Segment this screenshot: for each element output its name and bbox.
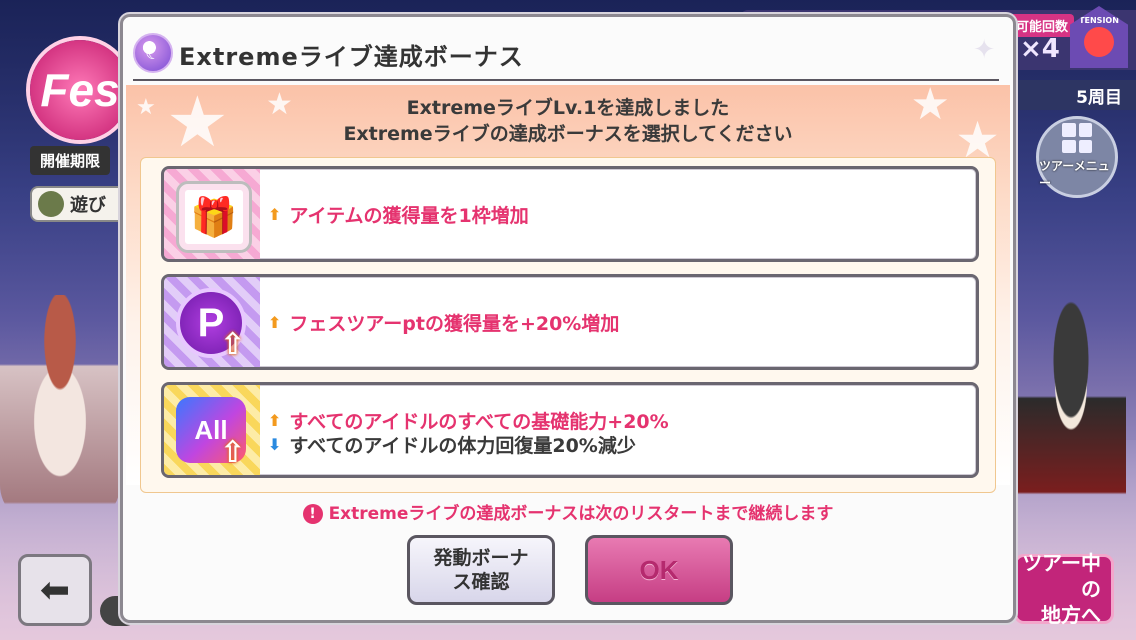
dialog-title: Extremeライブ達成ボーナス [179,43,524,71]
exclamation-icon: ! [302,504,323,524]
bonus-dialog: ☾ Extremeライブ達成ボーナス ✦ ★ ★ ★ ★ ★ Extremeライ… [120,14,1016,623]
dialog-header: ☾ Extremeライブ達成ボーナス ✦ [123,17,1013,81]
title-divider [133,79,999,81]
tour-round-bar: 5周目 [1000,80,1136,110]
moon-icon: ☾ [133,33,173,73]
idol-avatar [38,191,64,217]
fes-logo: Fes [30,40,130,140]
bonus-confirm-button[interactable]: 発動ボーナ ス確認 [407,535,555,605]
play-label: 遊び [70,195,106,216]
region-button[interactable]: ツアー中の 地方へ [1014,551,1114,627]
right-idol-character [1016,300,1126,540]
notice-text: ! Extremeライブの達成ボーナスは次のリスタートまで継続します [123,499,1013,524]
period-label: 開催期限 [30,146,111,175]
notice-label: Extremeライブの達成ボーナスは次のリスタートまで継続します [328,504,834,524]
play-button[interactable]: 遊び [30,186,130,222]
options-frame: 🎁 ⬆ アイテムの獲得量を1枠増加 P ⇧ ⬆ フェスツアーptの獲得量を+20… [140,157,996,493]
left-idol-character [0,295,120,525]
grid-icon [1062,123,1092,153]
option-effect-text: アイテムの獲得量を1枠増加 [289,205,529,227]
bonus-option-pt[interactable]: P ⇧ ⬆ フェスツアーptの獲得量を+20%増加 [161,274,979,370]
up-arrow-icon: ⇧ [220,327,246,362]
option-thumbnail: All ⇧ [164,385,260,475]
option-thumbnail: P ⇧ [164,277,260,367]
option-effect-up: ⬆ すべてのアイドルのすべての基礎能力+20% [268,407,669,434]
option-effect-up: ⬆ アイテムの獲得量を1枠増加 [268,201,529,228]
down-arrow-icon: ⬇ [268,435,282,454]
up-arrow-icon: ⇧ [220,435,246,470]
tension-label: TENSION [1079,16,1119,25]
dialog-content: ★ ★ ★ ★ ★ ExtremeライブLv.1を達成しました Extremeラ… [126,79,1010,493]
ok-button[interactable]: OK [585,535,733,605]
bonus-option-item[interactable]: 🎁 ⬆ アイテムの獲得量を1枠増加 [161,166,979,262]
up-arrow-icon: ⬆ [268,313,282,332]
tour-menu-label: ツアーメニュー [1039,159,1110,190]
count-value: ×4 [1020,34,1060,64]
option-effect-text: すべてのアイドルのすべての基礎能力+20% [289,411,669,433]
option-effect-down: ⬇ すべてのアイドルの体力回復量20%減少 [268,431,636,458]
up-arrow-icon: ⬆ [268,205,282,224]
arrow-left-icon: ⬅ [39,569,71,611]
option-effect-text: フェスツアーptの獲得量を+20%増加 [289,313,620,335]
gift-icon: 🎁 [176,181,252,253]
tour-menu-button[interactable]: ツアーメニュー [1036,116,1118,198]
back-button[interactable]: ⬅ [18,554,92,626]
instruction-message: Extremeライブの達成ボーナスを選択してください [343,123,793,145]
tension-face-icon [1084,27,1114,57]
sparkle-icon: ✦ [973,35,995,65]
up-arrow-icon: ⬆ [268,411,282,430]
bonus-option-all[interactable]: All ⇧ ⬆ すべてのアイドルのすべての基礎能力+20% ⬇ すべてのアイドル… [161,382,979,478]
option-effect-text: すべてのアイドルの体力回復量20%減少 [289,435,636,457]
achievement-message: ExtremeライブLv.1を達成しました [406,97,730,119]
tour-round: 5周目 [1076,87,1122,108]
option-thumbnail: 🎁 [164,169,260,259]
option-effect-up: ⬆ フェスツアーptの獲得量を+20%増加 [268,309,619,336]
